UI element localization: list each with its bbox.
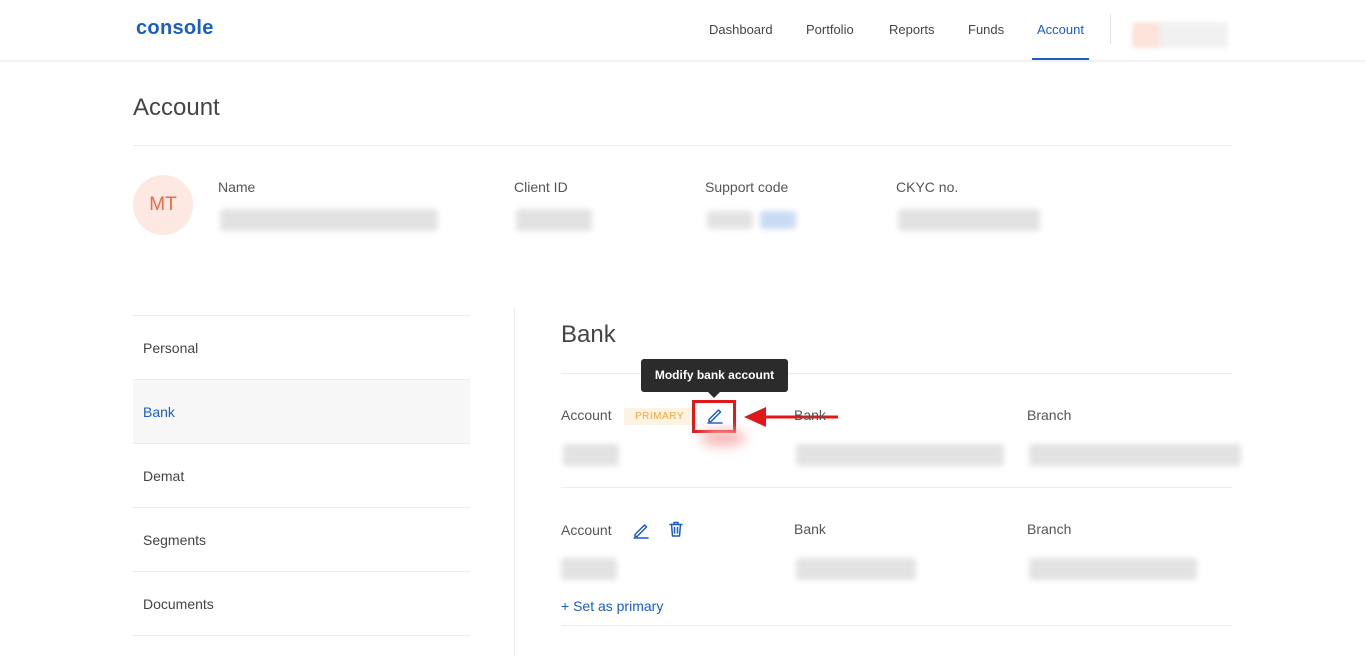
top-navbar: console Dashboard Portfolio Reports Fund… [0, 0, 1366, 60]
branch-label-2: Branch [1027, 521, 1072, 537]
avatar: MT [133, 175, 193, 235]
account-label-2: Account [561, 522, 612, 538]
account-number-blurred [563, 444, 619, 466]
content-divider [514, 308, 515, 656]
support-code-view-link-blurred[interactable] [760, 211, 796, 229]
client-id-value-blurred [516, 209, 592, 231]
nav-portfolio[interactable]: Portfolio [801, 0, 859, 60]
sidebar-item-documents[interactable]: Documents [133, 571, 470, 635]
bank-name-2-blurred [796, 558, 916, 580]
branch-name-blurred [1029, 444, 1241, 466]
account-number-2-blurred [561, 558, 617, 580]
page-title: Account [133, 94, 220, 121]
support-code-value-blurred [707, 211, 753, 229]
bank-section-title: Bank [561, 321, 616, 348]
ckyc-label: CKYC no. [896, 179, 959, 195]
nav-reports[interactable]: Reports [884, 0, 940, 60]
sidebar-item-personal[interactable]: Personal [133, 315, 470, 379]
edit-pencil-icon[interactable] [632, 521, 650, 539]
name-label: Name [218, 179, 256, 195]
section-bottom-divider [561, 625, 1232, 626]
sidebar-bottom-divider [133, 635, 470, 636]
nav-account[interactable]: Account [1032, 0, 1089, 60]
trash-icon[interactable] [667, 520, 685, 538]
support-code-label: Support code [705, 179, 789, 195]
name-value-blurred [220, 209, 438, 231]
sidebar-item-segments[interactable]: Segments [133, 507, 470, 571]
set-as-primary-link[interactable]: + Set as primary [561, 598, 663, 614]
bank-label-2: Bank [794, 521, 826, 537]
highlight-glow [700, 430, 746, 446]
nav-divider [1110, 14, 1111, 44]
sidebar-item-demat[interactable]: Demat [133, 443, 470, 507]
bank-label: Bank [794, 407, 826, 423]
tooltip-tail [708, 392, 720, 398]
account-label: Account [561, 407, 612, 423]
branch-name-2-blurred [1029, 558, 1197, 580]
primary-badge: PRIMARY [624, 408, 695, 425]
ckyc-value-blurred [898, 209, 1040, 231]
account-divider [561, 487, 1232, 488]
client-id-label: Client ID [514, 179, 568, 195]
nav-funds[interactable]: Funds [963, 0, 1009, 60]
modify-bank-tooltip: Modify bank account [641, 359, 788, 392]
title-divider [133, 145, 1232, 146]
sidebar-item-bank[interactable]: Bank [133, 379, 470, 443]
user-menu-blurred[interactable] [1132, 22, 1228, 48]
edit-highlight-box [692, 400, 736, 433]
nav-dashboard[interactable]: Dashboard [704, 0, 778, 60]
bank-name-blurred [796, 444, 1004, 466]
branch-label: Branch [1027, 407, 1072, 423]
